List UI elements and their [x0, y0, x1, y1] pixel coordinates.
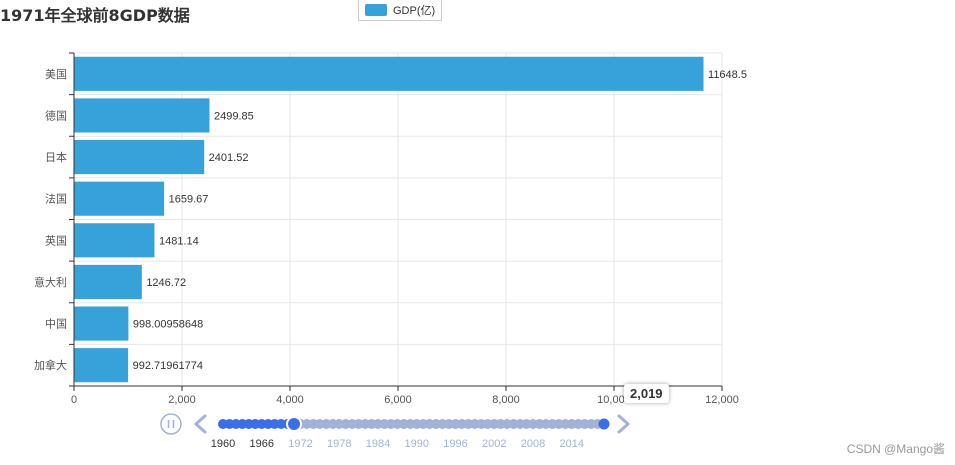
y-tick-label: 法国	[45, 192, 67, 206]
watermark: CSDN @Mango酱	[846, 442, 945, 456]
bar[interactable]	[74, 348, 129, 383]
y-tick-label: 美国	[45, 68, 67, 81]
x-tick-label: 4,000	[276, 394, 304, 406]
timeline-hover-dot[interactable]	[598, 418, 610, 430]
bar[interactable]	[74, 139, 205, 175]
bar[interactable]	[74, 181, 165, 216]
y-tick-label: 德国	[45, 108, 67, 122]
bar-chart: 0 2,000 4,000 6,000 8,000 10,000 12,000美国 11648…	[34, 52, 747, 450]
x-tick-label: 0	[71, 394, 77, 406]
timeline-year-label[interactable]: 1984	[366, 438, 390, 450]
chevron-left-icon[interactable]	[194, 414, 207, 434]
x-tick-label: 12,000	[705, 394, 739, 406]
timeline-year-label[interactable]: 2008	[521, 438, 545, 450]
timeline-year-label[interactable]: 1996	[443, 438, 467, 450]
y-tick-label: 中国	[45, 318, 67, 331]
play-pause-button[interactable]	[160, 413, 182, 435]
bar-value-label: 992.71961774	[133, 360, 203, 372]
timeline-handle[interactable]	[286, 416, 303, 432]
bar[interactable]	[74, 98, 210, 133]
chevron-right-icon[interactable]	[617, 414, 630, 434]
bar-value-label: 2401.52	[209, 152, 249, 164]
bar-value-label: 998.00958648	[133, 319, 203, 331]
bar-value-label: 2499.85	[214, 110, 254, 122]
x-tick-label: 2,000	[168, 394, 196, 406]
timeline-year-label[interactable]: 2014	[559, 438, 583, 450]
bar[interactable]	[74, 306, 129, 341]
timeline-year-label[interactable]: 1960	[211, 438, 235, 450]
bar-value-label: 1481.14	[159, 235, 199, 247]
timeline-year-label[interactable]: 1972	[288, 438, 312, 450]
bar[interactable]	[74, 223, 155, 258]
y-tick-label: 英国	[45, 233, 67, 247]
timeline-year-label[interactable]: 1990	[404, 438, 428, 450]
timeline-year-label[interactable]: 1966	[250, 438, 274, 450]
y-tick-label: 日本	[45, 150, 67, 164]
timeline-year-label[interactable]: 2002	[482, 438, 506, 450]
bar-value-label: 1659.67	[169, 194, 209, 206]
y-tick-label: 意大利	[34, 275, 67, 289]
timeline-tooltip: 2,019	[624, 384, 669, 403]
timeline-year-label[interactable]: 1978	[327, 438, 351, 450]
y-tick-label: 加拿大	[34, 358, 67, 372]
bar[interactable]	[74, 56, 704, 91]
x-tick-label: 6,000	[384, 394, 412, 406]
bar-value-label: 1246.72	[146, 277, 186, 289]
bar[interactable]	[74, 264, 142, 300]
x-tick-label: 8,000	[492, 394, 520, 406]
bar-value-label: 11648.5	[708, 69, 747, 81]
